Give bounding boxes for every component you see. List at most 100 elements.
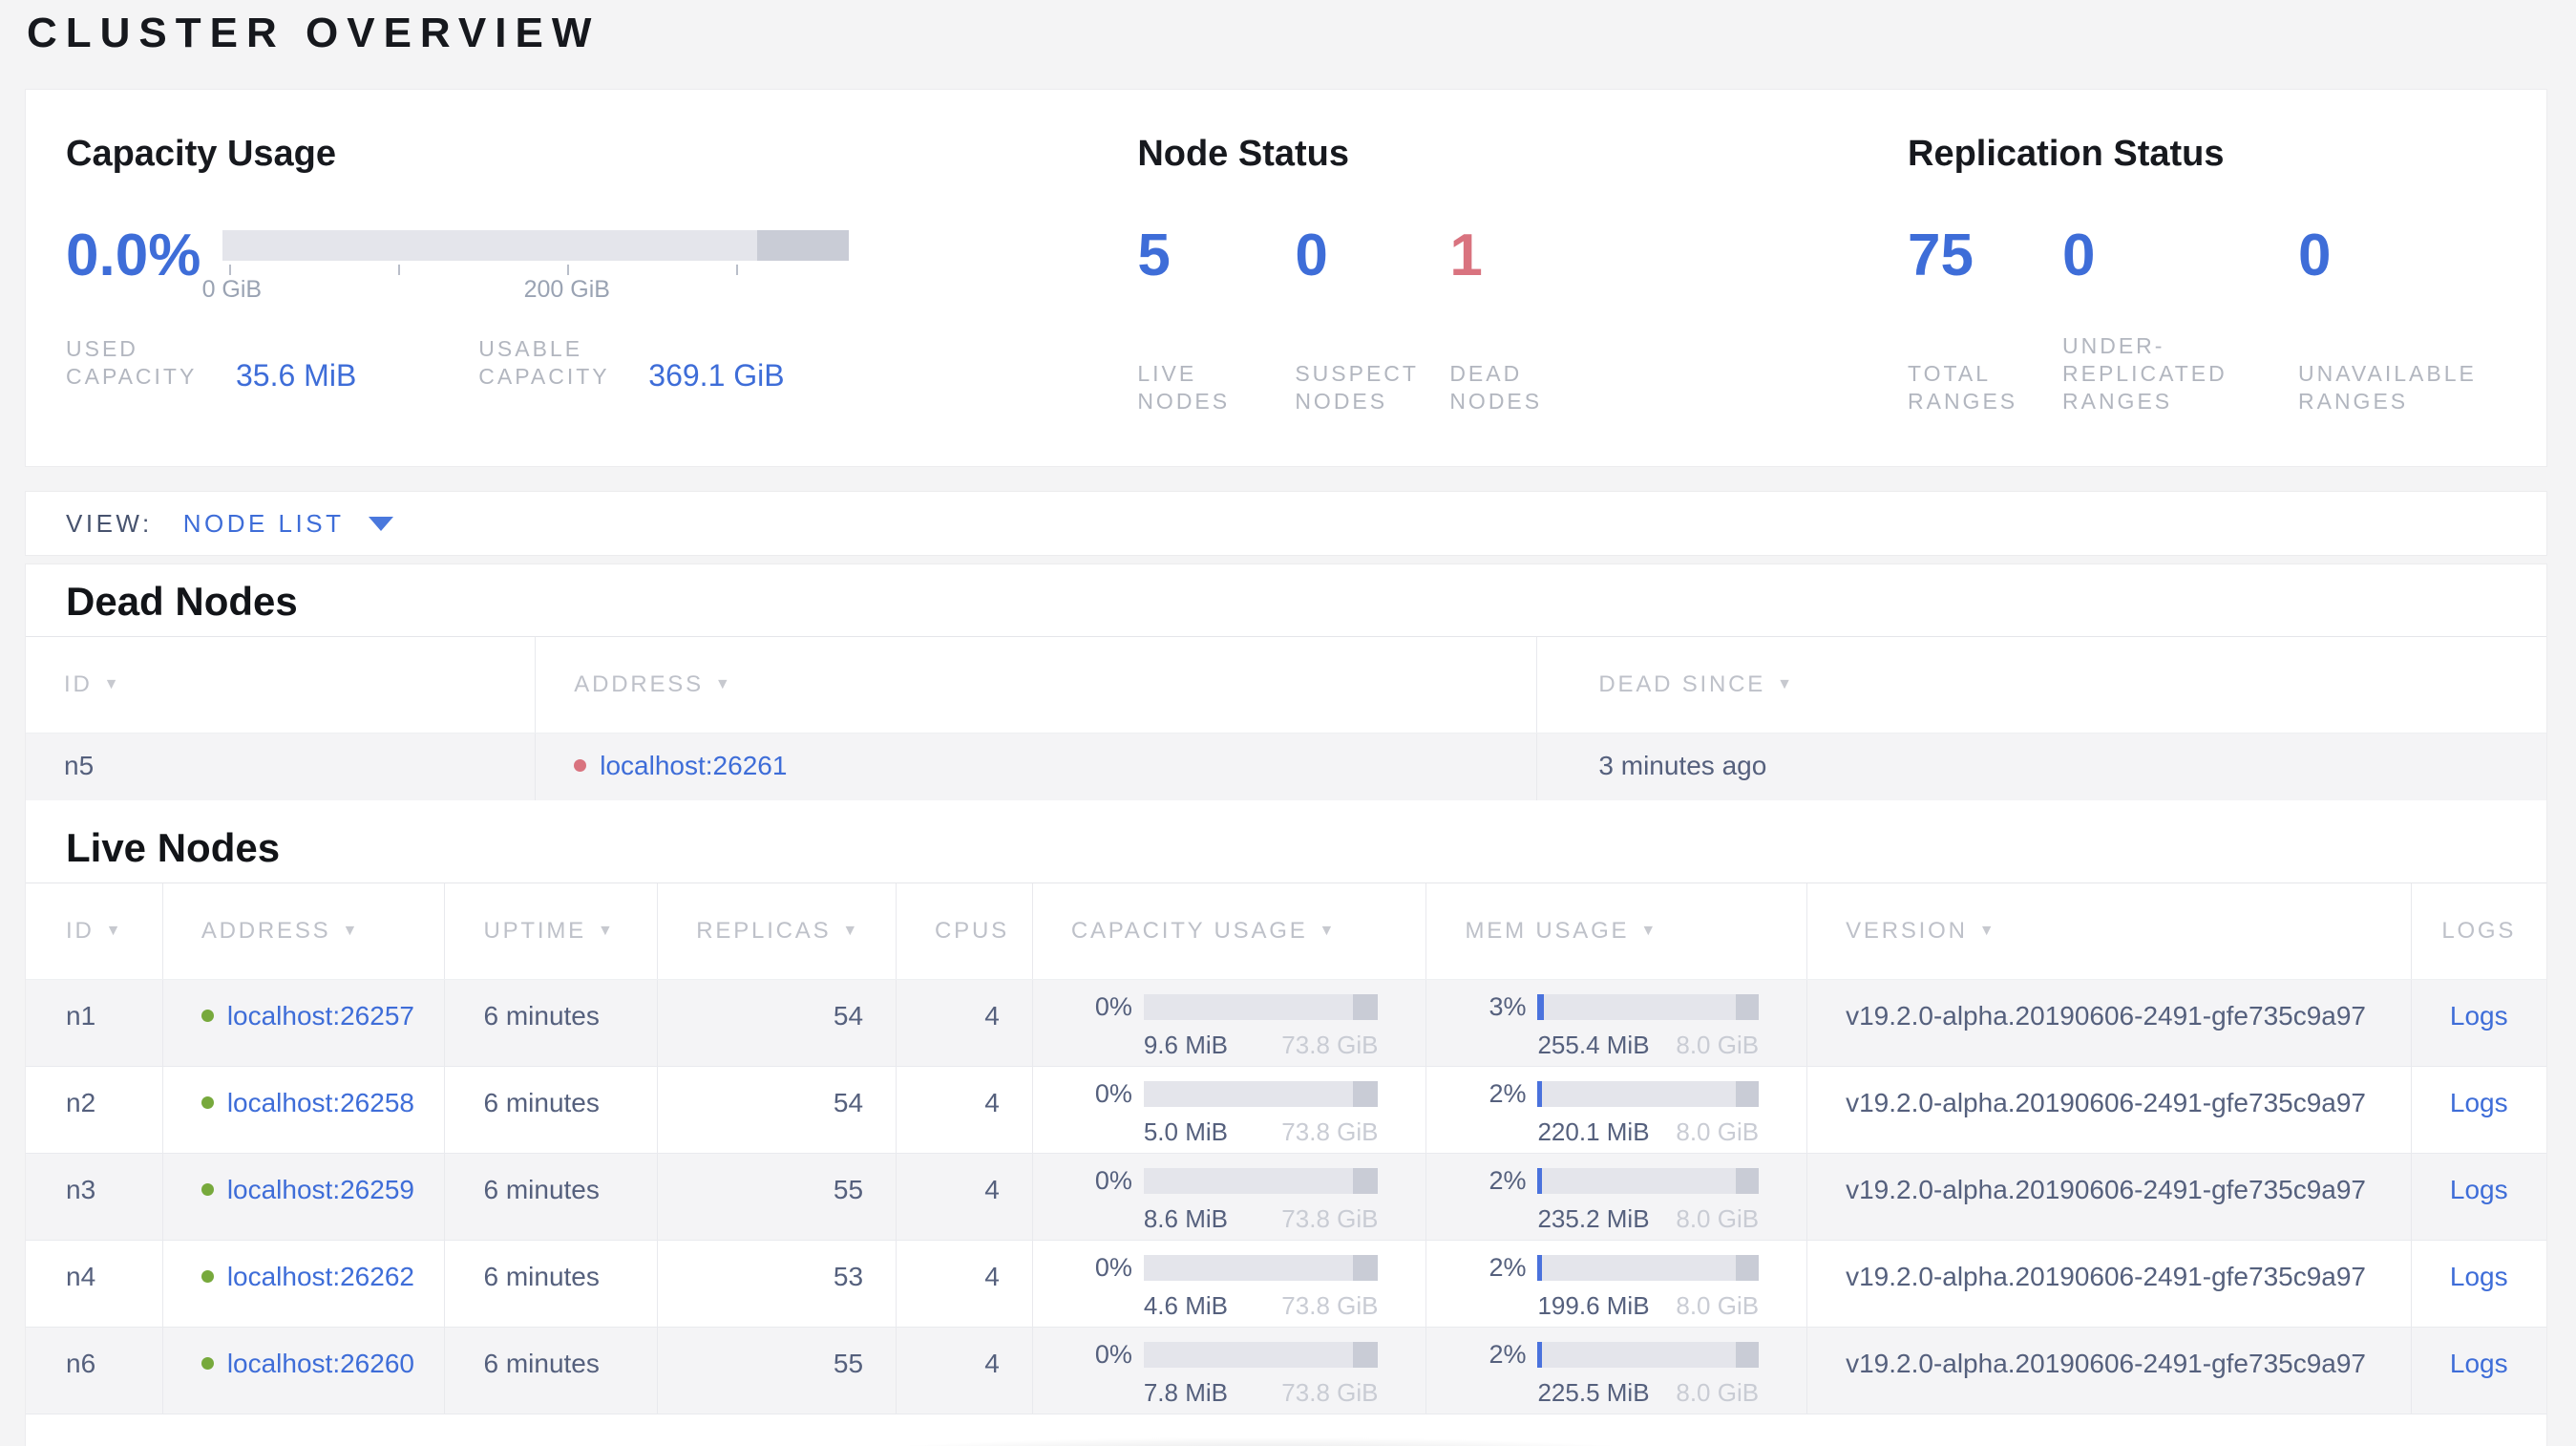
mem-used-value: 235.2 MiB — [1537, 1204, 1650, 1233]
capacity-bar — [222, 230, 849, 261]
node-replicas: 55 — [657, 1154, 896, 1240]
replication-status-title: Replication Status — [1908, 134, 2225, 174]
mem-used-value: 225.5 MiB — [1537, 1378, 1650, 1407]
dead-col-address-label: ADDRESS — [574, 671, 704, 697]
mem-total-value: 8.0 GiB — [1676, 1291, 1760, 1320]
capacity-bar-reserved-segment — [1353, 1168, 1379, 1194]
under-replicated-ranges-stat: 0 UNDER-REPLICATED RANGES — [2062, 226, 2298, 415]
node-logs-link[interactable]: Logs — [2450, 1175, 2508, 1205]
node-logs-cell: Logs — [2410, 1067, 2546, 1153]
dead-col-id[interactable]: ID ▼ — [26, 637, 535, 733]
node-capacity-usage-cell: 0% 9.6 MiB 73.8 GiB — [1031, 980, 1426, 1066]
node-mem-usage-cell: 2% 235.2 MiB 8.0 GiB — [1425, 1154, 1806, 1240]
total-ranges-label: TOTAL RANGES — [1908, 361, 2018, 414]
node-address-link[interactable]: localhost:26259 — [227, 1175, 414, 1205]
node-logs-link[interactable]: Logs — [2450, 1262, 2508, 1292]
suspect-nodes-stat: 0 SUSPECT NODES — [1295, 226, 1449, 415]
live-col-capacity-usage-label: CAPACITY USAGE — [1070, 918, 1308, 944]
mem-total-value: 8.0 GiB — [1676, 1378, 1760, 1407]
view-selector-dropdown[interactable]: NODE LIST — [183, 509, 394, 539]
dead-status-dot-icon — [574, 759, 587, 772]
node-address-link[interactable]: localhost:26258 — [227, 1088, 414, 1118]
live-col-address-label: ADDRESS — [201, 918, 331, 944]
node-address-cell: localhost:26258 — [161, 1067, 445, 1153]
node-logs-cell: Logs — [2410, 1328, 2546, 1414]
node-version-text: v19.2.0-alpha.20190606-2491-gfe735c9a97 — [1846, 1262, 2366, 1291]
node-replicas: 54 — [657, 980, 896, 1066]
dead-node-row: n5 localhost:26261 3 minutes ago — [26, 734, 2546, 800]
dead-nodes-count: 1 — [1449, 223, 1483, 288]
node-address-link[interactable]: localhost:26257 — [227, 1001, 414, 1031]
live-nodes-table-body: n1 localhost:26257 6 minutes 54 4 0% 9.6… — [26, 980, 2546, 1414]
mem-percent: 2% — [1489, 1079, 1527, 1108]
node-replicas: 54 — [657, 1067, 896, 1153]
node-id: n2 — [66, 1088, 96, 1117]
dead-node-address-link[interactable]: localhost:26261 — [600, 751, 787, 781]
mem-bar-fill — [1537, 1342, 1543, 1368]
live-col-replicas[interactable]: REPLICAS ▼ — [657, 883, 896, 979]
capacity-bar-reserved-segment — [1353, 994, 1379, 1020]
capacity-used-value: 5.0 MiB — [1143, 1117, 1228, 1146]
node-replicas: 53 — [657, 1241, 896, 1327]
capacity-used-value: 4.6 MiB — [1143, 1291, 1228, 1320]
live-col-mem-usage[interactable]: MEM USAGE ▼ — [1425, 883, 1806, 979]
live-col-id[interactable]: ID ▼ — [26, 883, 162, 979]
node-version-text: v19.2.0-alpha.20190606-2491-gfe735c9a97 — [1846, 1349, 2366, 1378]
node-address-link[interactable]: localhost:26260 — [227, 1349, 414, 1379]
node-uptime: 6 minutes — [444, 1154, 657, 1240]
node-logs-link[interactable]: Logs — [2450, 1088, 2508, 1118]
mem-used-value: 199.6 MiB — [1537, 1291, 1650, 1320]
cluster-summary-card: Capacity Usage 0.0% 0 GiB 200 GiB USED C… — [25, 89, 2547, 467]
live-col-id-label: ID — [66, 918, 95, 944]
capacity-bar-chart: 0 GiB 200 GiB — [202, 226, 849, 307]
node-address-link[interactable]: localhost:26262 — [227, 1262, 414, 1292]
sort-desc-icon: ▼ — [1640, 923, 1658, 939]
live-col-capacity-usage[interactable]: CAPACITY USAGE ▼ — [1031, 883, 1426, 979]
capacity-percent: 0% — [1094, 1340, 1132, 1369]
capacity-percent: 0% — [1094, 1253, 1132, 1282]
capacity-bar-reserved-segment — [1353, 1255, 1379, 1281]
mem-usage-bar — [1537, 1168, 1760, 1194]
node-address-cell: localhost:26260 — [161, 1328, 445, 1414]
node-address-cell: localhost:26262 — [161, 1241, 445, 1327]
node-mem-usage-cell: 2% 199.6 MiB 8.0 GiB — [1425, 1241, 1806, 1327]
node-cpus: 4 — [896, 980, 1032, 1066]
live-node-row: n4 localhost:26262 6 minutes 53 4 0% 4.6… — [26, 1241, 2546, 1328]
node-cpus: 4 — [896, 1067, 1032, 1153]
live-status-dot-icon — [201, 1357, 214, 1370]
capacity-total-value: 73.8 GiB — [1281, 1204, 1379, 1233]
view-label: VIEW: — [66, 508, 153, 538]
dead-col-dead-since[interactable]: DEAD SINCE ▼ — [1536, 637, 2546, 733]
dead-col-address[interactable]: ADDRESS ▼ — [535, 637, 1536, 733]
node-logs-cell: Logs — [2410, 1154, 2546, 1240]
live-col-mem-usage-label: MEM USAGE — [1465, 918, 1630, 944]
used-capacity-value: 35.6 MiB — [236, 358, 357, 393]
sort-desc-icon: ▼ — [105, 923, 124, 939]
mem-used-value: 220.1 MiB — [1537, 1117, 1650, 1146]
mem-usage-bar — [1537, 1081, 1760, 1107]
mem-total-value: 8.0 GiB — [1676, 1031, 1760, 1059]
mem-percent: 2% — [1489, 1340, 1527, 1369]
live-col-version[interactable]: VERSION ▼ — [1806, 883, 2411, 979]
live-node-row: n3 localhost:26259 6 minutes 55 4 0% 8.6… — [26, 1154, 2546, 1241]
capacity-total-value: 73.8 GiB — [1281, 1291, 1379, 1320]
node-logs-link[interactable]: Logs — [2450, 1001, 2508, 1031]
nodes-tables-card: Dead Nodes ID ▼ ADDRESS ▼ DEAD SINCE ▼ n… — [25, 564, 2547, 1446]
live-col-cpus[interactable]: CPUS — [896, 883, 1032, 979]
node-version-text: v19.2.0-alpha.20190606-2491-gfe735c9a97 — [1846, 1175, 2366, 1204]
mem-usage-bar — [1537, 1342, 1760, 1368]
capacity-total-value: 73.8 GiB — [1281, 1378, 1379, 1407]
sort-desc-icon: ▼ — [342, 923, 361, 939]
live-nodes-label: LIVE NODES — [1137, 361, 1231, 414]
capacity-usage-title: Capacity Usage — [66, 134, 337, 174]
mem-percent: 3% — [1489, 992, 1527, 1021]
capacity-usage-bar — [1143, 1342, 1379, 1368]
live-col-address[interactable]: ADDRESS ▼ — [161, 883, 445, 979]
dead-node-dead-since: 3 minutes ago — [1536, 734, 2546, 800]
node-replicas: 55 — [657, 1328, 896, 1414]
live-col-uptime[interactable]: UPTIME ▼ — [444, 883, 657, 979]
node-logs-link[interactable]: Logs — [2450, 1349, 2508, 1379]
live-status-dot-icon — [201, 1183, 214, 1196]
node-version: v19.2.0-alpha.20190606-2491-gfe735c9a97 — [1806, 1067, 2411, 1153]
sort-desc-icon: ▼ — [1978, 923, 1997, 939]
